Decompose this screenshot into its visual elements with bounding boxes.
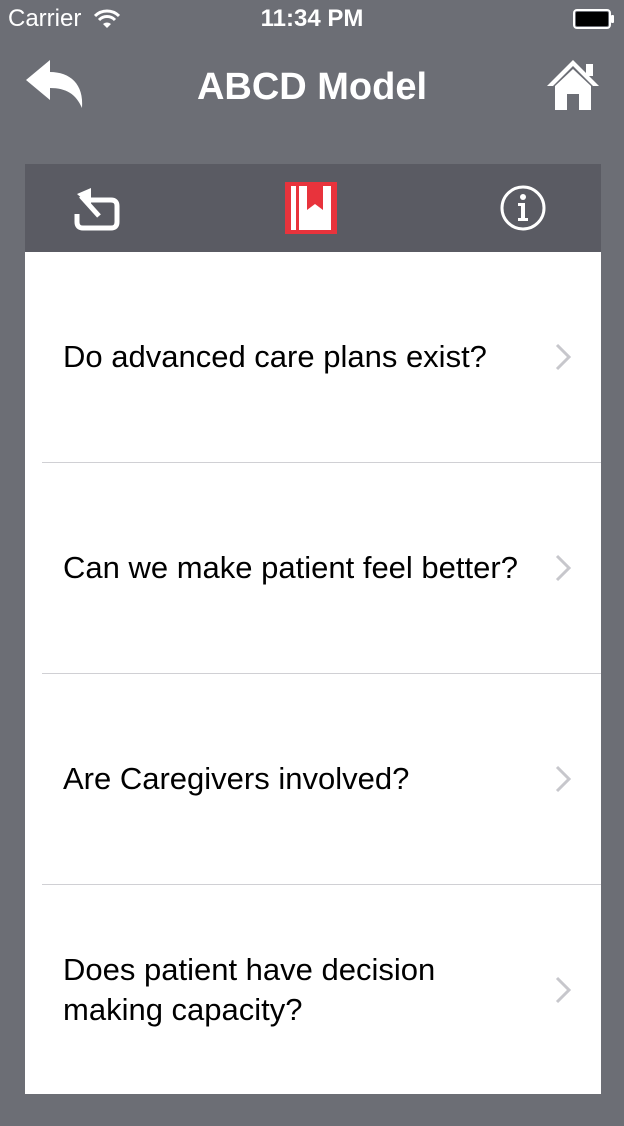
list-item-label: Does patient have decision making capaci… — [63, 952, 436, 1027]
list-item[interactable]: Are Caregivers involved? — [42, 674, 601, 885]
toolbar — [25, 164, 601, 252]
chevron-right-icon — [555, 554, 571, 582]
list-item[interactable]: Does patient have decision making capaci… — [42, 885, 601, 1095]
list-item-label: Do advanced care plans exist? — [63, 339, 487, 374]
list-item[interactable]: Can we make patient feel better? — [42, 463, 601, 674]
chevron-right-icon — [555, 765, 571, 793]
return-icon — [74, 188, 120, 231]
chevron-right-icon — [555, 976, 571, 1004]
navigation-bar: ABCD Model — [0, 40, 624, 140]
bookmark-button[interactable] — [283, 180, 339, 236]
chevron-right-icon — [555, 343, 571, 371]
info-icon — [500, 185, 546, 231]
info-button[interactable] — [495, 180, 551, 236]
page-title: ABCD Model — [196, 66, 428, 108]
return-button[interactable] — [69, 180, 125, 236]
content-panel: Do advanced care plans exist? Can we mak… — [25, 164, 601, 1094]
battery-icon — [573, 8, 615, 36]
list-item-label: Can we make patient feel better? — [63, 550, 518, 585]
status-bar: Carrier 11:34 PM — [0, 0, 624, 40]
list-item-label: Are Caregivers involved? — [63, 761, 410, 796]
home-button[interactable] — [544, 56, 602, 114]
home-icon — [547, 60, 599, 110]
list-item[interactable]: Do advanced care plans exist? — [42, 252, 601, 463]
bookmark-icon — [285, 182, 337, 234]
status-time: 11:34 PM — [260, 5, 364, 32]
question-list: Do advanced care plans exist? Can we mak… — [25, 252, 601, 1095]
